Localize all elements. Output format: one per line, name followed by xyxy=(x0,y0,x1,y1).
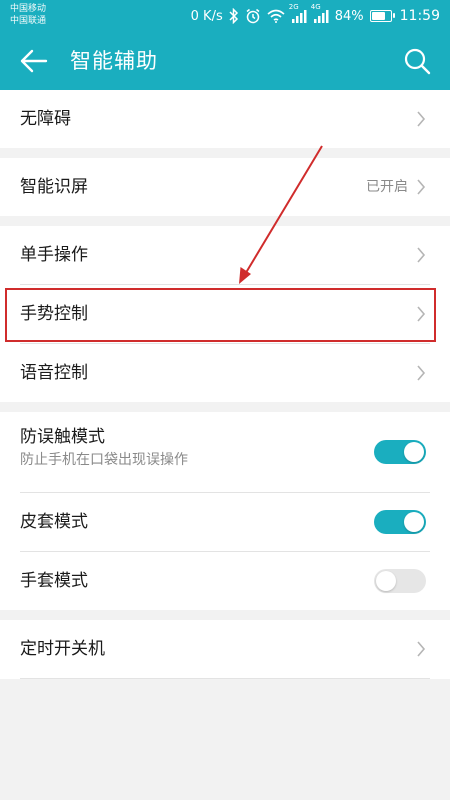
cover-mode-row[interactable]: 皮套模式 xyxy=(20,493,430,552)
gesture-control-row[interactable]: 手势控制 xyxy=(20,285,430,344)
pocket-mode-description: 防止手机在口袋出现误操作 xyxy=(20,452,188,468)
alarm-icon xyxy=(246,8,260,24)
group-modes: 防误触模式 防止手机在口袋出现误操作 皮套模式 手套模式 xyxy=(0,412,450,610)
chevron-right-icon xyxy=(417,111,426,127)
group-controls: 单手操作 手势控制 语音控制 xyxy=(0,226,450,402)
battery-percent: 84% xyxy=(334,8,364,24)
chevron-right-icon xyxy=(417,365,426,381)
carrier-info: 中国移动 中国联通 xyxy=(10,3,46,27)
glove-mode-row[interactable]: 手套模式 xyxy=(20,552,430,610)
pocket-mode-row[interactable]: 防误触模式 防止手机在口袋出现误操作 xyxy=(20,412,430,493)
status-bar: 中国移动 中国联通 0 K/s 2G 4G 84% 11:59 xyxy=(0,0,450,32)
pocket-mode-toggle[interactable] xyxy=(374,440,426,464)
group-scheduled: 定时开关机 xyxy=(0,620,450,679)
pocket-mode-label: 防误触模式 xyxy=(20,427,105,447)
network-speed: 0 K/s xyxy=(190,8,223,24)
settings-list: 无障碍 智能识屏 已开启 单手操作 手势控制 语音控制 防误触模式 防止手机在口… xyxy=(0,90,450,679)
scheduled-power-label: 定时开关机 xyxy=(20,639,105,659)
glove-mode-label: 手套模式 xyxy=(20,571,88,591)
smart-screen-label: 智能识屏 xyxy=(20,177,88,197)
signal-1-tag: 2G xyxy=(288,3,299,11)
status-icons: 0 K/s 2G 4G 84% 11:59 xyxy=(190,3,440,27)
one-hand-row[interactable]: 单手操作 xyxy=(20,226,430,285)
voice-control-row[interactable]: 语音控制 xyxy=(20,344,430,402)
clock: 11:59 xyxy=(399,8,440,24)
carrier-2: 中国联通 xyxy=(10,16,47,26)
bluetooth-icon xyxy=(229,8,238,24)
voice-control-label: 语音控制 xyxy=(20,363,88,383)
battery-icon xyxy=(369,10,395,22)
wifi-icon xyxy=(267,9,285,23)
chevron-right-icon xyxy=(417,641,426,657)
cover-mode-label: 皮套模式 xyxy=(20,512,88,532)
group-accessibility: 无障碍 xyxy=(0,90,450,148)
group-smart-screen: 智能识屏 已开启 xyxy=(0,158,450,216)
chevron-right-icon xyxy=(417,179,426,195)
glove-mode-toggle[interactable] xyxy=(374,569,426,593)
search-icon[interactable] xyxy=(402,46,432,76)
signal-2-tag: 4G xyxy=(310,3,321,11)
signal-bars-icon xyxy=(313,10,329,23)
scheduled-power-row[interactable]: 定时开关机 xyxy=(20,620,430,679)
smart-screen-row[interactable]: 智能识屏 已开启 xyxy=(20,158,430,216)
smart-screen-status: 已开启 xyxy=(366,179,408,195)
page-title: 智能辅助 xyxy=(70,49,158,73)
back-arrow-icon[interactable] xyxy=(18,46,50,76)
chevron-right-icon xyxy=(417,247,426,263)
chevron-right-icon xyxy=(417,306,426,322)
gesture-control-label: 手势控制 xyxy=(20,304,88,324)
signal-1: 2G xyxy=(289,3,307,23)
accessibility-label: 无障碍 xyxy=(20,109,71,129)
signal-bars-icon xyxy=(291,10,307,23)
carrier-1: 中国移动 xyxy=(10,4,47,14)
accessibility-row[interactable]: 无障碍 xyxy=(20,90,430,148)
signal-2: 4G xyxy=(311,3,329,23)
cover-mode-toggle[interactable] xyxy=(374,510,426,534)
app-bar: 智能辅助 xyxy=(0,32,450,90)
one-hand-label: 单手操作 xyxy=(20,245,88,265)
